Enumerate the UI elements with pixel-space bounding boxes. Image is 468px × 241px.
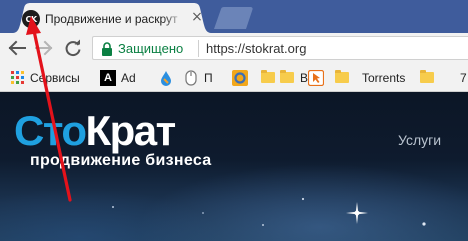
bookmark-torrents[interactable]: Torrents bbox=[341, 68, 405, 87]
bookmark-circle[interactable] bbox=[232, 68, 248, 87]
black-a-icon: A bbox=[100, 69, 116, 86]
folder-icon bbox=[419, 70, 435, 86]
star-icon bbox=[262, 224, 264, 226]
orange-circle-icon bbox=[232, 69, 248, 86]
favicon-icon: CK bbox=[22, 10, 40, 28]
bookmark-folder-3[interactable] bbox=[419, 68, 435, 87]
bookmark-folder-v[interactable]: В bbox=[279, 68, 308, 87]
url-text[interactable]: https://stokrat.org bbox=[206, 41, 306, 56]
site-logo[interactable]: СтоКрат bbox=[14, 107, 177, 154]
new-tab-button[interactable] bbox=[212, 7, 254, 29]
tab-close-icon[interactable]: × bbox=[190, 10, 204, 24]
forward-arrow-icon[interactable] bbox=[33, 38, 55, 58]
logo-part-1: Сто bbox=[14, 107, 87, 154]
bookmark-p[interactable]: П bbox=[183, 68, 213, 87]
drop-icon bbox=[158, 70, 174, 86]
star-icon bbox=[202, 212, 204, 214]
page-content: СтоКрат продвижение бизнеса Услуги bbox=[0, 92, 468, 241]
bookmark-cursor[interactable] bbox=[308, 68, 324, 87]
bookmark-label: 7 bbox=[460, 70, 467, 85]
tab-title-fade bbox=[162, 9, 186, 29]
star-icon bbox=[422, 222, 426, 226]
star-icon bbox=[112, 206, 114, 208]
folder-icon bbox=[260, 70, 276, 86]
cursor-icon bbox=[308, 69, 324, 86]
site-slogan: продвижение бизнеса bbox=[30, 152, 212, 169]
reload-icon[interactable] bbox=[62, 38, 84, 58]
bookmark-drop[interactable] bbox=[158, 68, 174, 87]
address-bar[interactable]: Защищено https://stokrat.org bbox=[92, 36, 468, 60]
bookmark-folder-7[interactable]: 7 bbox=[439, 68, 467, 87]
logo-part-2: Крат bbox=[85, 107, 177, 154]
bookmarks-bar: Сервисы A Ad П В Torrents 7 bbox=[0, 63, 468, 92]
bookmark-label: Ad bbox=[121, 70, 136, 85]
mouse-icon bbox=[183, 69, 199, 86]
tab-strip: CK Продвижение и раскрут × bbox=[0, 0, 468, 33]
bookmark-label: П bbox=[204, 70, 213, 85]
secure-label: Защищено bbox=[118, 41, 184, 56]
apps-grid-icon bbox=[9, 70, 25, 86]
bookmark-label: Сервисы bbox=[30, 70, 80, 85]
lock-icon[interactable] bbox=[101, 42, 113, 56]
toolbar: Защищено https://stokrat.org bbox=[0, 33, 468, 63]
folder-icon bbox=[279, 70, 295, 86]
back-arrow-icon[interactable] bbox=[6, 38, 28, 58]
bookmark-label: Torrents bbox=[362, 70, 406, 85]
star-icon bbox=[301, 197, 305, 201]
bookmark-label: В bbox=[300, 70, 309, 85]
nav-link-services[interactable]: Услуги bbox=[398, 132, 441, 148]
bookmark-ad[interactable]: A Ad bbox=[100, 68, 136, 87]
active-tab[interactable]: CK Продвижение и раскрут × bbox=[12, 3, 212, 33]
bookmark-folder-1[interactable] bbox=[260, 68, 276, 87]
star-icon bbox=[346, 202, 368, 224]
bookmark-services[interactable]: Сервисы bbox=[9, 68, 80, 87]
url-separator bbox=[198, 40, 199, 57]
